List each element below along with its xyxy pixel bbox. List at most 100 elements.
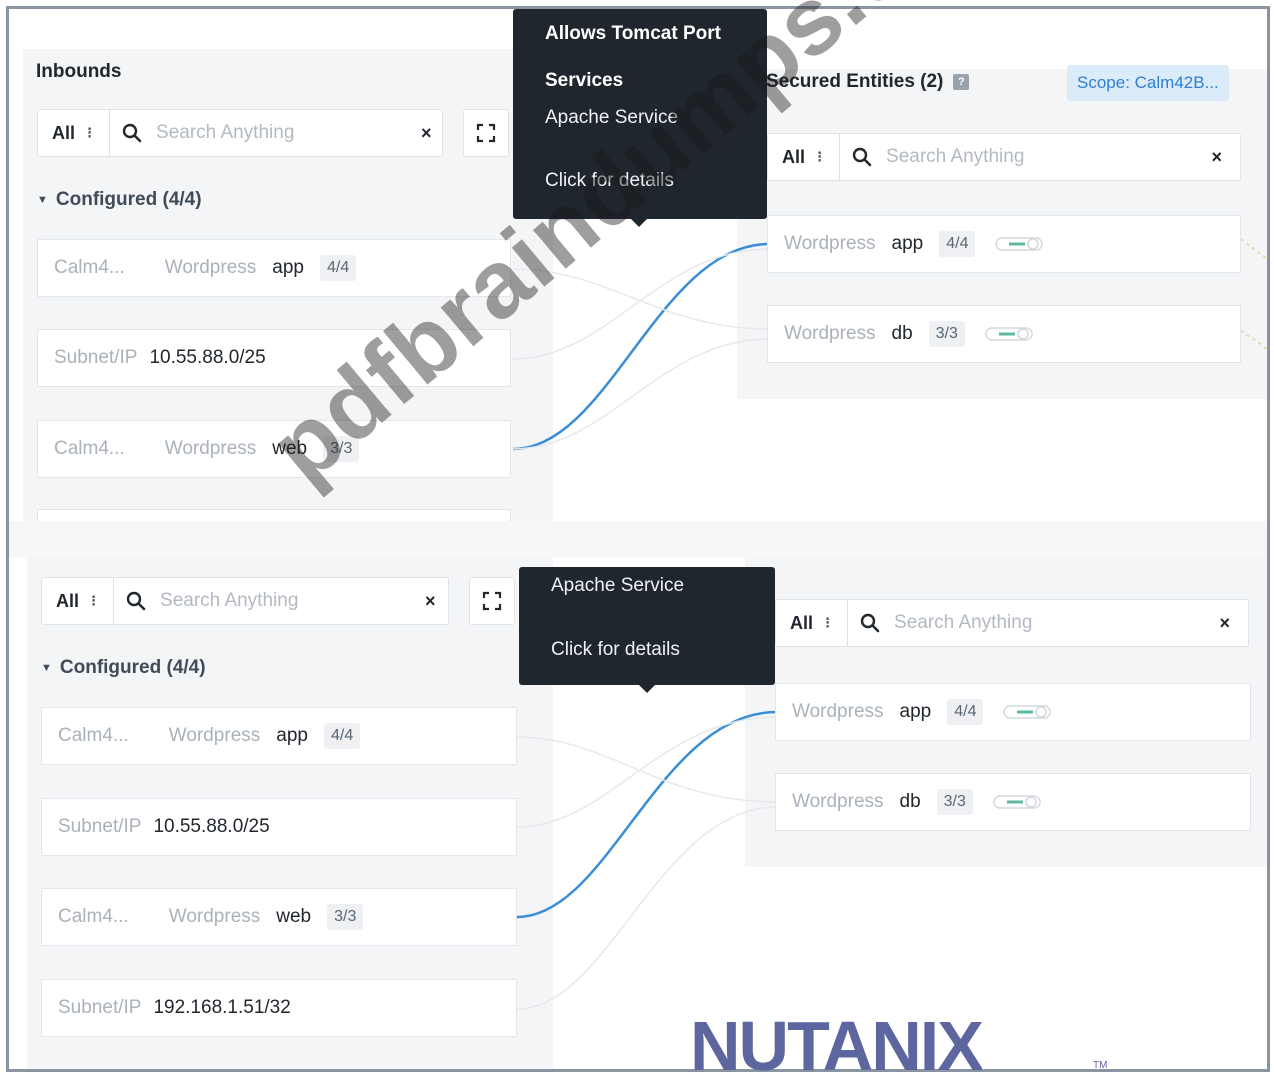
policy-panel-bottom: All ⋮ × ▼ Configured (4/4) Calm4... (9, 557, 1267, 1069)
filter-dropdown[interactable]: All ⋮ (768, 134, 841, 180)
chevron-down-icon: ▼ (37, 194, 48, 206)
expand-icon (476, 123, 496, 143)
help-icon[interactable]: ? (953, 73, 970, 90)
secured-search-bar: All ⋮ × (775, 599, 1249, 647)
panel-separator (9, 521, 1267, 557)
clear-icon[interactable]: × (1213, 613, 1236, 634)
filter-dropdown[interactable]: All ⋮ (38, 110, 111, 156)
toggle-switch[interactable] (993, 792, 1041, 812)
tooltip-details-link[interactable]: Click for details (551, 639, 680, 661)
link-out-2 (1240, 330, 1267, 350)
clear-icon[interactable]: × (1205, 147, 1228, 168)
row-category-value: Calm4... (58, 906, 129, 927)
secured-row[interactable]: Wordpress app 4/4 (767, 215, 1241, 273)
row-app-name: Wordpress (792, 791, 884, 812)
row-ip-value: 10.55.88.0/25 (149, 347, 266, 368)
inbound-row[interactable]: Calm4... Wordpress web 3/3 (37, 420, 511, 478)
search-input[interactable] (156, 122, 402, 144)
secured-title-text: Secured Entities (2) (766, 71, 944, 92)
configured-group-toggle[interactable]: ▼ Configured (4/4) (41, 657, 206, 679)
tooltip-service: Apache Service (551, 575, 685, 596)
row-app-name: Wordpress (168, 906, 261, 927)
row-app-name: Wordpress (784, 233, 876, 254)
row-subnet-label: Subnet/IP (54, 347, 138, 368)
row-tier: web (276, 906, 312, 927)
search-input[interactable] (160, 590, 406, 612)
row-app-name: Wordpress (792, 701, 884, 722)
search-icon (126, 591, 146, 611)
filter-dropdown[interactable]: All ⋮ (42, 578, 115, 624)
toggle-icon (985, 327, 1033, 341)
trademark-mark: TM (1093, 1060, 1108, 1071)
sort-arrows-icon: ⋮ (87, 593, 100, 608)
link-faint-3 (512, 338, 770, 450)
tooltip-details-link[interactable]: Click for details (545, 170, 674, 192)
screenshot-frame: Inbounds All ⋮ × ▼ Configured (4/4) (6, 6, 1270, 1072)
inbounds-title: Inbounds (36, 61, 122, 82)
inbounds-search-bar: All ⋮ × (41, 577, 449, 625)
policy-panel-top: Inbounds All ⋮ × ▼ Configured (4/4) (9, 9, 1267, 521)
row-category-value: Calm4... (58, 725, 129, 746)
toggle-icon (1003, 705, 1052, 719)
expand-button[interactable] (463, 109, 509, 157)
row-tier: db (899, 791, 921, 812)
inbound-row[interactable]: Subnet/IP 192.168.1.51/32 (41, 979, 517, 1037)
rule-tooltip[interactable]: Apache Service Click for details (519, 567, 775, 693)
inbound-row[interactable]: Subnet/IP 10.55.88.0/25 (37, 329, 511, 387)
inbound-row[interactable]: Calm4... Wordpress app 4/4 (37, 239, 511, 297)
inbound-row[interactable]: Subnet/IP 10.55.88.0/25 (41, 798, 517, 856)
row-app-name: Wordpress (168, 725, 261, 746)
row-count-badge: 3/3 (928, 321, 965, 347)
row-count-badge: 4/4 (947, 699, 984, 725)
filter-label: All (790, 612, 814, 633)
configured-group-toggle[interactable]: ▼ Configured (4/4) (37, 189, 202, 211)
clear-icon[interactable]: × (419, 591, 442, 612)
row-tier: app (276, 725, 308, 746)
secured-row[interactable]: Wordpress app 4/4 (775, 683, 1251, 741)
group-label: Configured (4/4) (55, 189, 202, 210)
expand-button[interactable] (469, 577, 515, 625)
tooltip-service: Apache Service (545, 107, 679, 128)
link-out-1 (1240, 238, 1267, 260)
row-subnet-label: Subnet/IP (58, 997, 142, 1018)
inbound-row[interactable]: Calm4... Wordpress app 4/4 (41, 707, 517, 765)
row-ip-value: 10.55.88.0/25 (153, 816, 270, 837)
row-tier: web (272, 438, 308, 459)
search-icon (122, 123, 142, 143)
search-input[interactable] (894, 612, 1200, 634)
inbound-row-partial[interactable] (37, 509, 511, 521)
row-count-badge: 3/3 (936, 789, 973, 815)
filter-label: All (56, 590, 80, 611)
toggle-switch[interactable] (995, 234, 1044, 254)
toggle-icon (993, 795, 1041, 809)
row-subnet-label: Subnet/IP (58, 816, 142, 837)
row-app-name: Wordpress (784, 323, 876, 344)
row-category-value: Calm4... (54, 438, 125, 459)
toggle-switch[interactable] (1003, 702, 1052, 722)
toggle-icon (995, 237, 1044, 251)
tooltip-arrow (639, 685, 655, 693)
row-app-name: Wordpress (164, 257, 257, 278)
inbounds-search-bar: All ⋮ × (37, 109, 443, 157)
search-icon (860, 613, 880, 633)
row-count-badge: 4/4 (939, 231, 976, 257)
row-ip-value: 192.168.1.51/32 (153, 997, 291, 1018)
row-count-badge: 4/4 (319, 255, 357, 281)
secured-row[interactable]: Wordpress db 3/3 (767, 305, 1241, 363)
secured-row[interactable]: Wordpress db 3/3 (775, 773, 1251, 831)
secured-entities-title: Secured Entities (2)? (766, 71, 970, 93)
rule-tooltip[interactable]: Allows Tomcat Port Services Apache Servi… (513, 9, 767, 227)
scope-badge[interactable]: Scope: Calm42B... (1067, 65, 1229, 101)
link-faint-3 (516, 806, 778, 1010)
row-tier: app (891, 233, 924, 254)
row-category-value: Calm4... (54, 257, 125, 278)
search-input[interactable] (886, 146, 1192, 168)
toggle-switch[interactable] (985, 324, 1033, 344)
clear-icon[interactable]: × (415, 123, 438, 144)
filter-dropdown[interactable]: All ⋮ (776, 600, 849, 646)
secured-search-bar: All ⋮ × (767, 133, 1241, 181)
link-web-to-app[interactable] (512, 242, 770, 451)
row-tier: db (891, 323, 913, 344)
row-tier: app (272, 257, 304, 278)
inbound-row[interactable]: Calm4... Wordpress web 3/3 (41, 888, 517, 946)
